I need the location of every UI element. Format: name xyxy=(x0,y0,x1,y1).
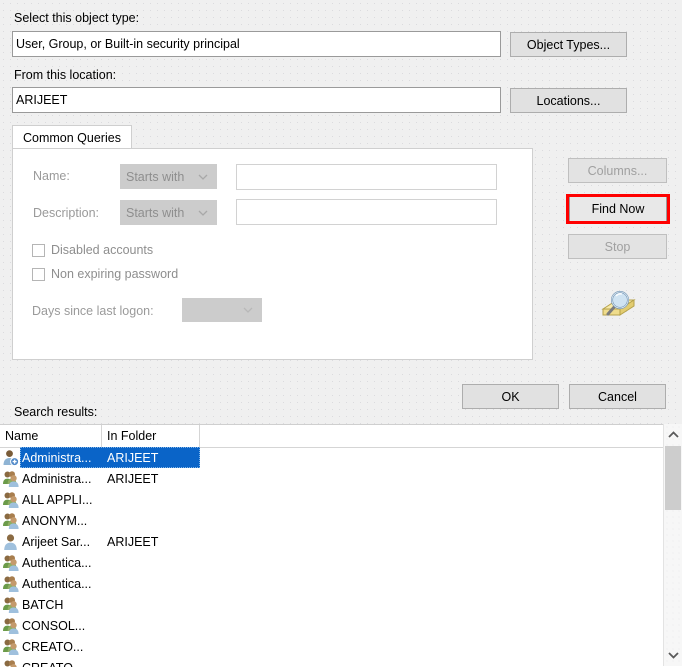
name-condition-value: Starts with xyxy=(126,170,184,184)
description-value-input[interactable] xyxy=(236,199,497,225)
table-row[interactable]: BATCH xyxy=(0,594,660,615)
table-row[interactable]: Administra... ARIJEET xyxy=(0,447,660,468)
group-icon xyxy=(2,617,19,634)
cell-name: CONSOL... xyxy=(22,619,100,633)
non-expiring-password-label: Non expiring password xyxy=(51,267,178,281)
cell-in-folder: ARIJEET xyxy=(107,472,197,486)
find-now-button[interactable]: Find Now xyxy=(569,196,667,222)
magnifier-folder-icon xyxy=(597,288,637,322)
cell-in-folder: ARIJEET xyxy=(107,535,197,549)
search-results-label: Search results: xyxy=(14,405,97,420)
locations-button[interactable]: Locations... xyxy=(510,88,627,113)
checkbox-box xyxy=(32,268,45,281)
description-condition-select[interactable]: Starts with xyxy=(120,200,217,225)
list-column-headers: Name In Folder xyxy=(0,425,682,448)
table-row[interactable]: Administra... ARIJEET xyxy=(0,468,660,489)
table-row[interactable]: Authentica... xyxy=(0,573,660,594)
chevron-down-icon xyxy=(198,208,207,217)
location-input[interactable]: ARIJEET xyxy=(12,87,501,113)
object-types-button[interactable]: Object Types... xyxy=(510,32,627,57)
checkbox-box xyxy=(32,244,45,257)
scrollbar-thumb[interactable] xyxy=(665,446,681,510)
description-label: Description: xyxy=(33,206,99,221)
cell-in-folder: ARIJEET xyxy=(107,451,197,465)
results-scrollbar[interactable] xyxy=(663,424,682,666)
non-expiring-password-checkbox[interactable]: Non expiring password xyxy=(32,267,178,281)
table-row[interactable]: CREATO... xyxy=(0,636,660,657)
group-icon xyxy=(2,596,19,613)
group-icon xyxy=(2,554,19,571)
cell-name: CREATO... xyxy=(22,640,100,654)
user-icon xyxy=(2,533,19,550)
group-icon xyxy=(2,491,19,508)
stop-button[interactable]: Stop xyxy=(568,234,667,259)
disabled-accounts-label: Disabled accounts xyxy=(51,243,153,257)
column-header-name[interactable]: Name xyxy=(0,425,102,447)
ok-button[interactable]: OK xyxy=(462,384,559,409)
cancel-button[interactable]: Cancel xyxy=(569,384,666,409)
cell-name: ANONYM... xyxy=(22,514,100,528)
table-row[interactable]: ANONYM... xyxy=(0,510,660,531)
cell-name: BATCH xyxy=(22,598,100,612)
group-icon xyxy=(2,638,19,655)
group-icon xyxy=(2,512,19,529)
cell-name: ALL APPLI... xyxy=(22,493,100,507)
scroll-up-arrow[interactable] xyxy=(664,426,682,444)
single-user-icon xyxy=(2,449,19,466)
chevron-down-icon xyxy=(198,172,207,181)
tab-strip: Common Queries xyxy=(12,125,533,149)
days-since-logon-label: Days since last logon: xyxy=(32,304,154,319)
cell-name: Administra... xyxy=(22,451,100,465)
tab-common-queries[interactable]: Common Queries xyxy=(12,125,132,149)
scroll-down-arrow[interactable] xyxy=(664,646,682,664)
table-row[interactable]: Arijeet Sar... ARIJEET xyxy=(0,531,660,552)
days-since-logon-select[interactable] xyxy=(182,298,262,322)
chevron-down-icon xyxy=(243,305,252,314)
table-row[interactable]: Authentica... xyxy=(0,552,660,573)
list-rows: Administra... ARIJEET Administra... ARIJEET… xyxy=(0,447,660,667)
name-condition-select[interactable]: Starts with xyxy=(120,164,217,189)
columns-button[interactable]: Columns... xyxy=(568,158,667,183)
cell-name: Administra... xyxy=(22,472,100,486)
name-value-input[interactable] xyxy=(236,164,497,190)
cell-name: Arijeet Sar... xyxy=(22,535,100,549)
focus-edge xyxy=(667,196,669,222)
column-header-in-folder[interactable]: In Folder xyxy=(102,425,200,447)
disabled-accounts-checkbox[interactable]: Disabled accounts xyxy=(32,243,153,257)
object-type-input[interactable]: User, Group, or Built-in security princi… xyxy=(12,31,501,57)
search-results-list[interactable]: Name In Folder Administra...ARIJEETAdmin… xyxy=(0,424,682,667)
name-label: Name: xyxy=(33,169,70,184)
description-condition-value: Starts with xyxy=(126,206,184,220)
group-icon xyxy=(2,470,19,487)
table-row[interactable]: ALL APPLI... xyxy=(0,489,660,510)
location-label: From this location: xyxy=(14,68,116,83)
object-type-label: Select this object type: xyxy=(14,11,139,26)
cell-name: Authentica... xyxy=(22,577,100,591)
cell-name: Authentica... xyxy=(22,556,100,570)
group-icon xyxy=(2,575,19,592)
table-row[interactable]: CONSOL... xyxy=(0,615,660,636)
cell-name: CREATO... xyxy=(22,661,100,667)
